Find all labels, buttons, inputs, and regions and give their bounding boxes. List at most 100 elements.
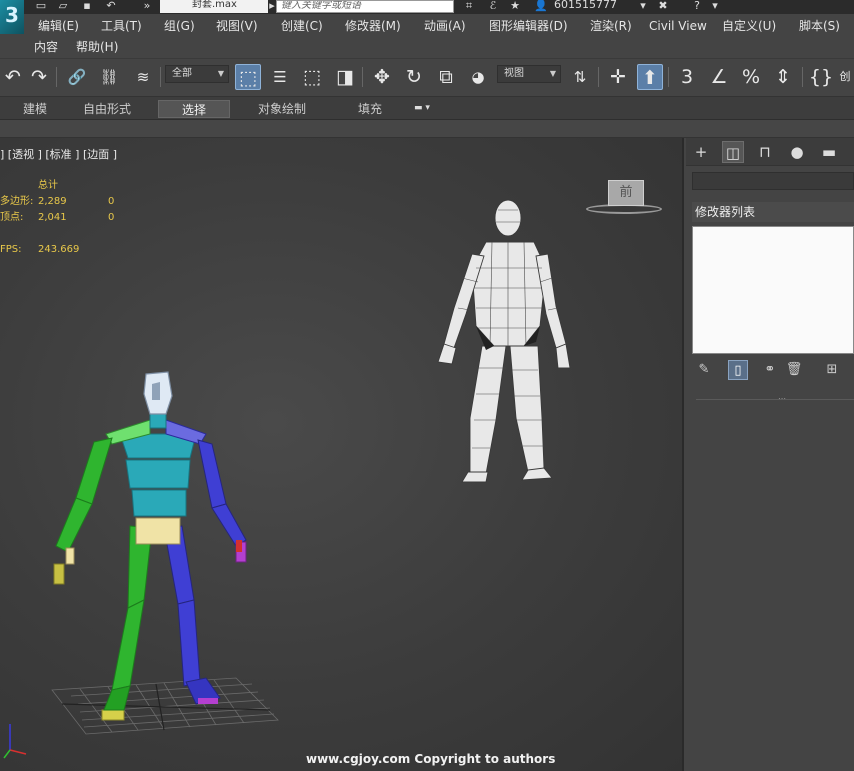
menu-help[interactable]: 帮助(H) bbox=[76, 39, 118, 55]
tab-populate[interactable]: 填充 bbox=[346, 100, 394, 118]
menu-create[interactable]: 创建(C) bbox=[281, 18, 323, 34]
display-tab-icon[interactable]: ▬ bbox=[818, 141, 840, 163]
panel-grip-icon[interactable]: ⋯ bbox=[778, 395, 792, 403]
account-dropdown-icon[interactable]: ▾ bbox=[636, 0, 650, 12]
mesh-right-leg[interactable] bbox=[509, 345, 545, 473]
rotate-icon[interactable]: ↻ bbox=[401, 64, 427, 90]
angle-snap-icon[interactable]: ∠ bbox=[706, 64, 732, 90]
spinner-snap-icon[interactable]: ⇕ bbox=[770, 64, 796, 90]
tab-modeling[interactable]: 建模 bbox=[8, 100, 62, 118]
menu-tools[interactable]: 工具(T) bbox=[101, 18, 142, 34]
copyright-watermark: www.cgjoy.com Copyright to authors bbox=[306, 752, 556, 766]
menu-scripting[interactable]: 脚本(S) bbox=[799, 18, 840, 34]
mesh-head[interactable] bbox=[494, 199, 522, 237]
named-selection-sets-icon[interactable]: {} bbox=[808, 64, 834, 90]
snaps-toggle-icon[interactable]: 3 bbox=[674, 64, 700, 90]
window-crossing-icon[interactable]: ◨ bbox=[332, 64, 358, 90]
percent-snap-icon[interactable]: % bbox=[738, 64, 764, 90]
open-file-icon[interactable]: ▱ bbox=[56, 0, 70, 12]
ribbon-options-icon[interactable]: ▬ ▾ bbox=[414, 103, 440, 115]
make-unique-icon[interactable]: ⚭ bbox=[760, 360, 780, 380]
biped-left-calf[interactable] bbox=[111, 599, 145, 691]
main-toolbar: ↶ ↷ 🔗 ⛓ ≋ 全部 ▼ ⬚ ☰ ⬚ ◨ ✥ ↻ ⧉ ◕ 视图 ▼ ⇅ ✛ … bbox=[0, 58, 854, 96]
keyboard-shortcut-override-icon[interactable]: ⬆ bbox=[637, 64, 663, 90]
pivot-center-icon[interactable]: ⇅ bbox=[567, 64, 593, 90]
favorites-star-icon[interactable]: ★ bbox=[508, 0, 522, 12]
create-selection-set-icon[interactable]: 创 bbox=[836, 64, 854, 90]
user-name[interactable]: 601515777 bbox=[554, 0, 617, 10]
menu-rendering[interactable]: 渲染(R) bbox=[590, 18, 632, 34]
select-object-icon[interactable]: ⬚ bbox=[235, 64, 261, 90]
app-logo-icon[interactable]: 3 bbox=[0, 0, 24, 34]
rectangular-selection-icon[interactable]: ⬚ bbox=[299, 64, 325, 90]
create-tab-plus-icon[interactable]: + bbox=[690, 141, 712, 163]
unlink-icon[interactable]: ⛓ bbox=[96, 64, 122, 90]
toolbar-separator bbox=[160, 67, 161, 87]
biped-right-forearm[interactable] bbox=[211, 503, 247, 547]
biped-left-forearm[interactable] bbox=[55, 497, 93, 553]
mesh-left-foot[interactable] bbox=[461, 471, 489, 483]
undo-icon[interactable]: ↶ bbox=[0, 64, 26, 90]
modifier-stack[interactable] bbox=[692, 226, 854, 354]
biped-left-upperarm[interactable] bbox=[75, 437, 113, 505]
biped-pelvis[interactable] bbox=[135, 517, 181, 545]
menu-edit[interactable]: 编辑(E) bbox=[38, 18, 79, 34]
biped-right-calf[interactable] bbox=[177, 599, 201, 687]
biped-neck[interactable] bbox=[149, 413, 167, 429]
link-icon[interactable]: 🔗 bbox=[64, 64, 90, 90]
save-file-icon[interactable]: ▪ bbox=[80, 0, 94, 12]
menu-graph-editors[interactable]: 图形编辑器(D) bbox=[489, 18, 568, 34]
modify-tab-icon[interactable]: ◫ bbox=[722, 141, 744, 163]
tab-selection[interactable]: 选择 bbox=[158, 100, 230, 118]
tab-freeform[interactable]: 自由形式 bbox=[78, 100, 136, 118]
perspective-viewport[interactable]: ] [透视 ] [标准 ] [边面 ] 总计 多边形: 2,289 0 顶点: … bbox=[0, 138, 684, 771]
bind-space-warp-icon[interactable]: ≋ bbox=[130, 64, 156, 90]
reference-coordinate-dropdown[interactable]: 视图 ▼ bbox=[497, 65, 561, 83]
show-end-result-icon[interactable]: ▯ bbox=[728, 360, 748, 380]
hierarchy-tab-icon[interactable]: ⊓ bbox=[754, 141, 776, 163]
pin-stack-icon[interactable]: ✎ bbox=[694, 360, 714, 380]
biped-spine-middle[interactable] bbox=[125, 459, 191, 489]
modifier-list-dropdown[interactable]: 修改器列表 bbox=[692, 202, 854, 222]
mesh-left-leg[interactable] bbox=[469, 345, 507, 475]
menu-content[interactable]: 内容 bbox=[34, 39, 58, 55]
select-by-name-icon[interactable]: ☰ bbox=[267, 64, 293, 90]
placement-icon[interactable]: ◕ bbox=[465, 64, 491, 90]
menu-group[interactable]: 组(G) bbox=[164, 18, 195, 34]
remove-modifier-icon[interactable]: 🗑 bbox=[784, 360, 804, 380]
menu-civil-view[interactable]: Civil View bbox=[649, 18, 707, 34]
exchange-x-icon[interactable]: ✖ bbox=[656, 0, 670, 12]
redo-icon[interactable]: ↷ bbox=[26, 64, 52, 90]
community-icon[interactable]: ℰ bbox=[486, 0, 500, 12]
configure-modifier-sets-icon[interactable]: ⊞ bbox=[822, 360, 842, 380]
biped-right-upperarm[interactable] bbox=[197, 439, 227, 509]
search-input[interactable]: 键入关键字或短语 bbox=[276, 0, 454, 13]
new-file-icon[interactable]: ▭ bbox=[34, 0, 48, 12]
help-dropdown-icon[interactable]: ▾ bbox=[708, 0, 722, 12]
select-manipulate-icon[interactable]: ✛ bbox=[605, 64, 631, 90]
biped-left-hand[interactable] bbox=[53, 563, 65, 585]
scale-icon[interactable]: ⧉ bbox=[433, 64, 459, 90]
mesh-left-hand[interactable] bbox=[437, 343, 457, 365]
user-account-icon[interactable]: 👤 bbox=[534, 0, 548, 12]
motion-tab-icon[interactable]: ● bbox=[786, 141, 808, 163]
mesh-right-hand[interactable] bbox=[555, 343, 571, 369]
biped-skeleton[interactable] bbox=[53, 371, 247, 721]
menu-view[interactable]: 视图(V) bbox=[216, 18, 258, 34]
mesh-right-foot[interactable] bbox=[521, 467, 553, 481]
biped-left-foot[interactable] bbox=[101, 709, 125, 721]
overflow-arrows-icon[interactable]: » bbox=[140, 0, 154, 12]
menu-modifiers[interactable]: 修改器(M) bbox=[345, 18, 401, 34]
menu-customize[interactable]: 自定义(U) bbox=[722, 18, 776, 34]
help-icon[interactable]: ? bbox=[690, 0, 704, 12]
move-icon[interactable]: ✥ bbox=[369, 64, 395, 90]
binoculars-icon[interactable]: ⌗ bbox=[462, 0, 476, 12]
menu-animation[interactable]: 动画(A) bbox=[424, 18, 466, 34]
character-mesh[interactable] bbox=[437, 199, 571, 483]
tab-object-paint[interactable]: 对象绘制 bbox=[244, 100, 320, 118]
undo-quick-icon[interactable]: ↶ bbox=[104, 0, 118, 12]
selection-filter-dropdown[interactable]: 全部 ▼ bbox=[165, 65, 229, 83]
object-name-field[interactable] bbox=[692, 172, 854, 190]
rollout-divider bbox=[696, 399, 854, 400]
biped-spine-lower[interactable] bbox=[131, 489, 187, 517]
